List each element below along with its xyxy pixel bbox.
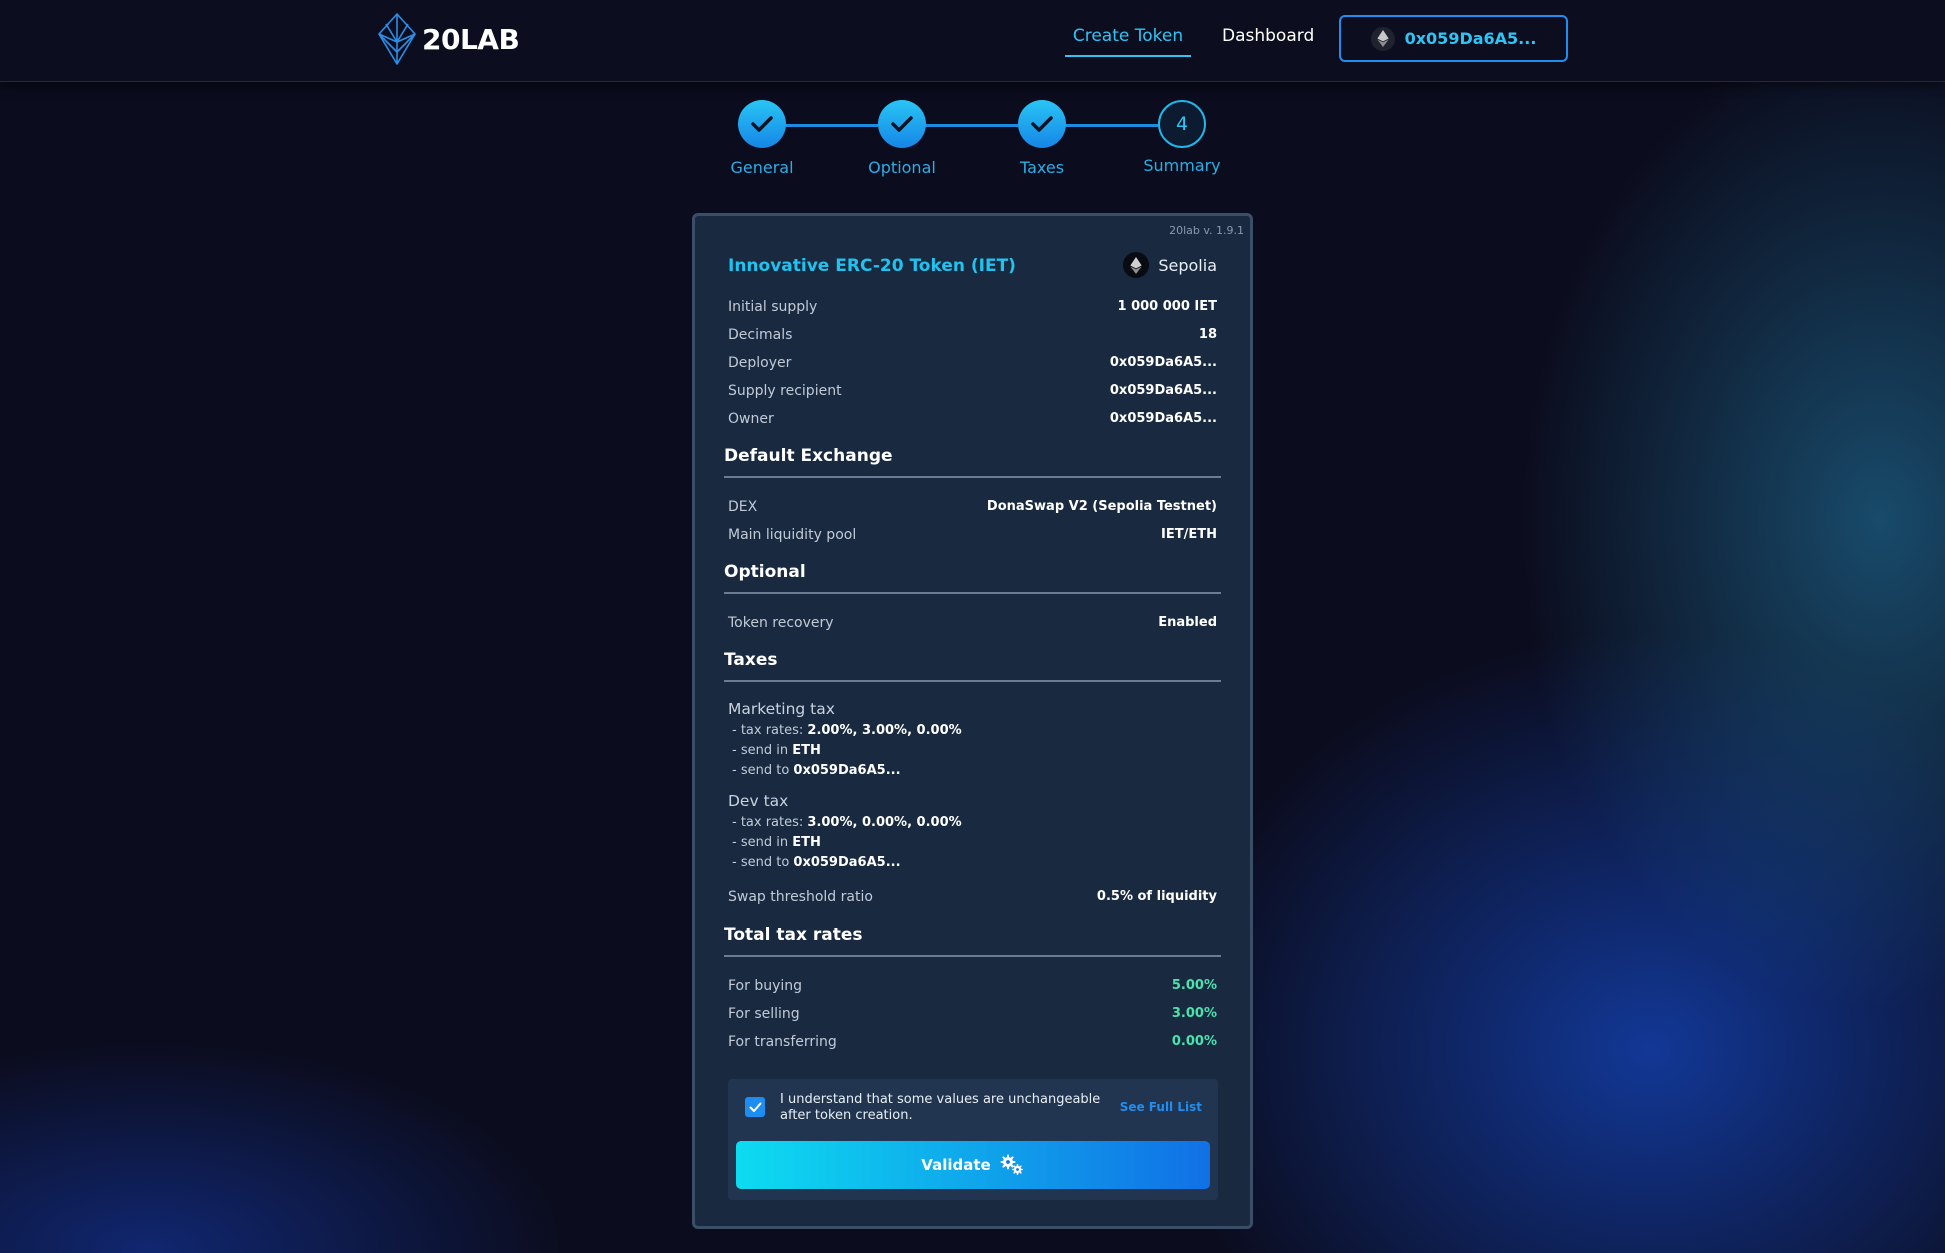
summary-row: Owner 0x059Da6A5... [728,411,1217,427]
checkmark-icon [738,100,786,148]
tax-name: Dev tax [728,792,789,810]
summary-row: For selling 3.00% [728,1006,1217,1022]
top-navigation-bar: 20LAB Create Token Dashboard 0x059Da6A5.… [0,0,1945,82]
section-heading-default-exchange: Default Exchange [724,446,1221,478]
tax-rates: - tax rates: 2.00%, 3.00%, 0.00% [732,723,962,738]
acknowledge-text: I understand that some values are unchan… [780,1092,1101,1123]
token-summary-card: 20lab v. 1.9.1 Innovative ERC-20 Token (… [692,213,1253,1229]
summary-row: DEX DonaSwap V2 (Sepolia Testnet) [728,499,1217,515]
wallet-button[interactable]: 0x059Da6A5... [1339,15,1568,62]
step-label: Taxes [1019,158,1065,177]
app-version: 20lab v. 1.9.1 [1169,224,1244,237]
summary-row: Supply recipient 0x059Da6A5... [728,383,1217,399]
nav-dashboard[interactable]: Dashboard [1222,26,1314,46]
tax-name: Marketing tax [728,700,835,718]
summary-row: Swap threshold ratio 0.5% of liquidity [728,889,1217,905]
summary-row: Token recovery Enabled [728,615,1217,631]
step-label: Summary [1143,156,1221,175]
ethereum-icon [1370,26,1395,51]
step-number: 4 [1158,100,1206,148]
step-label: General [730,158,794,177]
progress-stepper: General Optional Taxes 4 Summary [0,100,1945,180]
step-label: Optional [868,158,936,177]
summary-row: For buying 5.00% [728,978,1217,994]
section-heading-total-tax-rates: Total tax rates [724,925,1221,957]
nav-create-token[interactable]: Create Token [1065,26,1191,57]
gears-icon [1000,1154,1023,1175]
checkmark-icon [878,100,926,148]
acknowledge-checkbox[interactable] [745,1097,765,1117]
validate-label: Validate [921,1156,991,1174]
see-full-list-link[interactable]: See Full List [1120,1100,1202,1114]
tax-send-in: - send in ETH [732,743,821,758]
network-name: Sepolia [1158,255,1217,275]
ethereum-icon [1123,252,1150,278]
step-taxes[interactable]: Taxes [982,100,1102,177]
step-optional[interactable]: Optional [842,100,962,177]
tax-send-in: - send in ETH [732,835,821,850]
step-summary[interactable]: 4 Summary [1122,100,1242,175]
brand-logo[interactable]: 20LAB [374,12,520,66]
summary-row: Decimals 18 [728,327,1217,343]
network-indicator: Sepolia [1123,252,1217,278]
wallet-address: 0x059Da6A5... [1404,29,1537,48]
tax-send-to: - send to 0x059Da6A5... [732,855,901,870]
summary-row: Main liquidity pool IET/ETH [728,527,1217,543]
checkmark-icon [749,1102,761,1112]
validate-button[interactable]: Validate [736,1141,1210,1189]
summary-row: For transferring 0.00% [728,1034,1217,1050]
tax-send-to: - send to 0x059Da6A5... [732,763,901,778]
brand-name: 20LAB [422,22,520,56]
checkmark-icon [1018,100,1066,148]
token-title: Innovative ERC-20 Token (IET) [728,256,1016,276]
diamond-logo-icon [378,13,416,65]
summary-row: Deployer 0x059Da6A5... [728,355,1217,371]
section-heading-optional: Optional [724,562,1221,594]
confirmation-panel: I understand that some values are unchan… [728,1079,1218,1200]
step-general[interactable]: General [702,100,822,177]
summary-row: Initial supply 1 000 000 IET [728,299,1217,315]
section-heading-taxes: Taxes [724,650,1221,682]
tax-rates: - tax rates: 3.00%, 0.00%, 0.00% [732,815,962,830]
